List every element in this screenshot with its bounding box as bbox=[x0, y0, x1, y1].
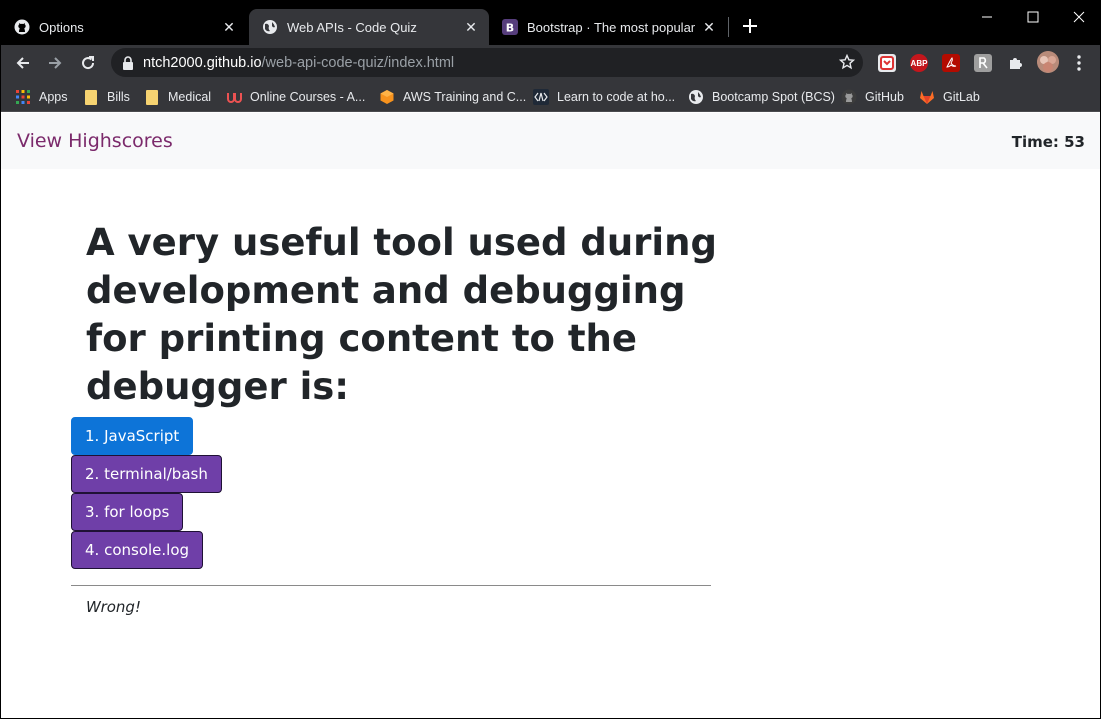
minimize-button[interactable] bbox=[964, 1, 1010, 33]
bookmark-label: Apps bbox=[39, 90, 68, 104]
pdf-extension-icon[interactable] bbox=[942, 54, 960, 72]
bookmark-label: AWS Training and C... bbox=[403, 90, 527, 104]
close-icon[interactable]: ✕ bbox=[461, 17, 481, 37]
bookmark-online-courses[interactable]: Online Courses - A... bbox=[226, 86, 365, 108]
bookmark-label: GitLab bbox=[943, 90, 980, 104]
bookmark-label: GitHub bbox=[865, 90, 904, 104]
timer: Time: 53 bbox=[1011, 133, 1085, 151]
arrow-right-icon bbox=[49, 57, 62, 69]
bookmark-codecademy[interactable]: Learn to code at ho... bbox=[533, 86, 675, 108]
divider bbox=[71, 585, 711, 586]
tab-bootstrap[interactable]: B Bootstrap · The most popular HTML ✕ bbox=[489, 9, 727, 45]
star-icon[interactable] bbox=[838, 53, 856, 74]
bookmarks-bar: Apps Bills Medical Online Courses - A...… bbox=[1, 81, 1100, 112]
github-icon bbox=[841, 89, 857, 105]
github-icon bbox=[14, 19, 30, 35]
puzzle-icon[interactable] bbox=[1006, 54, 1024, 72]
pocket-extension-icon[interactable] bbox=[878, 54, 896, 72]
bootstrap-icon: B bbox=[502, 19, 518, 35]
bookmark-label: Bills bbox=[107, 90, 130, 104]
maximize-button[interactable] bbox=[1010, 1, 1056, 33]
url-text: ntch2000.github.io/web-api-code-quiz/ind… bbox=[143, 55, 454, 71]
bookmark-label: Learn to code at ho... bbox=[557, 90, 676, 104]
aws-icon bbox=[379, 89, 395, 105]
svg-text:B: B bbox=[506, 22, 514, 35]
browser-window: Options ✕ Web APIs - Code Quiz ✕ B Boots… bbox=[0, 0, 1101, 719]
tab-title: Bootstrap · The most popular HTML bbox=[527, 19, 699, 35]
bookmark-label: Medical bbox=[168, 90, 212, 104]
url-host: ntch2000.github.io bbox=[143, 54, 262, 71]
tab-options[interactable]: Options ✕ bbox=[1, 9, 247, 45]
answer-feedback: Wrong! bbox=[86, 598, 141, 616]
answer-button-3[interactable]: 3. for loops bbox=[71, 493, 184, 531]
globe-icon bbox=[262, 19, 278, 35]
gitlab-icon bbox=[919, 89, 935, 105]
answer-button-4[interactable]: 4. console.log bbox=[71, 531, 204, 569]
new-tab-button[interactable] bbox=[739, 15, 761, 37]
back-button[interactable] bbox=[9, 49, 37, 77]
bookmark-label: Online Courses - A... bbox=[250, 90, 366, 104]
question-text: A very useful tool used during developme… bbox=[86, 221, 717, 408]
adblock-plus-icon[interactable]: ABP bbox=[910, 54, 928, 72]
reload-icon bbox=[82, 56, 95, 70]
lock-icon bbox=[122, 55, 134, 70]
bookmark-gitlab[interactable]: GitLab bbox=[919, 86, 980, 108]
bookmark-apps[interactable]: Apps bbox=[15, 86, 68, 108]
globe-icon bbox=[688, 89, 704, 105]
bookmark-bills[interactable]: Bills bbox=[83, 86, 130, 108]
bookmark-label: Bootcamp Spot (BCS) bbox=[712, 90, 835, 104]
answer-button-2[interactable]: 2. terminal/bash bbox=[71, 455, 222, 493]
extension-r-icon[interactable] bbox=[974, 54, 992, 72]
apps-grid-icon bbox=[15, 89, 31, 105]
forward-button[interactable] bbox=[41, 49, 69, 77]
arrow-left-icon bbox=[16, 57, 29, 69]
avatar[interactable] bbox=[1037, 51, 1059, 73]
tab-code-quiz[interactable]: Web APIs - Code Quiz ✕ bbox=[249, 9, 489, 45]
browser-toolbar: ntch2000.github.io/web-api-code-quiz/ind… bbox=[1, 45, 1100, 81]
bookmark-medical[interactable]: Medical bbox=[144, 86, 211, 108]
tab-title: Web APIs - Code Quiz bbox=[287, 19, 417, 35]
page-content: View Highscores Time: 53 A very useful t… bbox=[1, 113, 1100, 718]
url-path: /web-api-code-quiz/index.html bbox=[261, 54, 455, 71]
bookmark-aws-training[interactable]: AWS Training and C... bbox=[379, 86, 526, 108]
bookmark-github[interactable]: GitHub bbox=[841, 86, 904, 108]
udemy-icon bbox=[226, 89, 242, 105]
close-window-button[interactable] bbox=[1056, 1, 1100, 33]
close-icon[interactable]: ✕ bbox=[219, 17, 239, 37]
folder-icon bbox=[83, 89, 99, 105]
address-bar[interactable]: ntch2000.github.io/web-api-code-quiz/ind… bbox=[111, 48, 863, 77]
reload-button[interactable] bbox=[74, 49, 102, 77]
view-highscores-link[interactable]: View Highscores bbox=[17, 130, 173, 152]
tab-separator bbox=[728, 17, 729, 37]
tab-title: Options bbox=[39, 19, 84, 35]
bookmark-bootcamp-spot[interactable]: Bootcamp Spot (BCS) bbox=[688, 86, 835, 108]
close-icon[interactable]: ✕ bbox=[699, 17, 719, 37]
codecademy-icon bbox=[533, 89, 549, 105]
quiz-header: View Highscores Time: 53 bbox=[1, 113, 1100, 169]
menu-dots-icon[interactable] bbox=[1070, 54, 1088, 72]
folder-icon bbox=[144, 89, 160, 105]
answer-button-1[interactable]: 1. JavaScript bbox=[71, 417, 194, 455]
tab-strip: Options ✕ Web APIs - Code Quiz ✕ B Boots… bbox=[1, 1, 1100, 45]
